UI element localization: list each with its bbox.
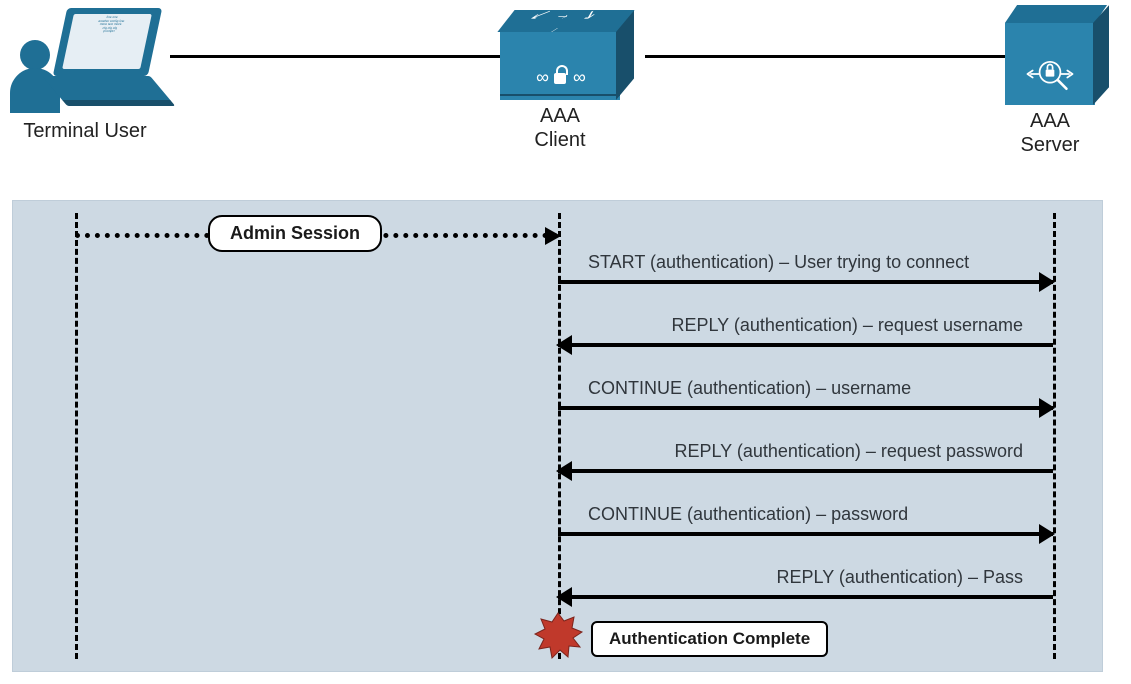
authentication-complete-badge: Authentication Complete <box>591 621 828 657</box>
server-icon <box>1005 5 1095 105</box>
msg-text: REPLY (authentication) – request passwor… <box>588 441 1023 462</box>
arrow-right-icon <box>1039 398 1055 418</box>
msg-reply-pass: REPLY (authentication) – Pass <box>558 571 1053 605</box>
arrow-head-icon <box>545 227 561 245</box>
msg-continue-username: CONTINUE (authentication) – username <box>558 382 1053 416</box>
arrow-right-icon <box>1039 524 1055 544</box>
arrow-right-icon <box>1039 272 1055 292</box>
node-terminal-user: line oneanother config linemore text moc… <box>0 0 170 143</box>
msg-reply-username: REPLY (authentication) – request usernam… <box>558 319 1053 353</box>
starburst-icon <box>532 611 584 663</box>
msg-text: START (authentication) – User trying to … <box>588 252 1023 273</box>
node-label-client: AAAClient <box>475 104 645 152</box>
diagram-canvas: line oneanother config linemore text moc… <box>0 0 1131 684</box>
lock-icon <box>553 70 567 84</box>
msg-text: REPLY (authentication) – Pass <box>588 567 1023 588</box>
node-label-terminal: Terminal User <box>0 119 170 143</box>
msg-text: CONTINUE (authentication) – password <box>588 504 1023 525</box>
msg-start: START (authentication) – User trying to … <box>558 256 1053 290</box>
terminal-user-icon: line oneanother config linemore text moc… <box>0 0 170 115</box>
person-head-icon <box>20 40 50 70</box>
topology-row: line oneanother config linemore text moc… <box>0 0 1131 170</box>
router-icon: ↙ → ↘← ↓ ∞ ∞ <box>500 10 620 100</box>
lock-chain-icon: ∞ ∞ <box>508 66 612 88</box>
arrow-left-icon <box>556 335 572 355</box>
node-aaa-client: ↙ → ↘← ↓ ∞ ∞ AAAClient <box>475 0 645 152</box>
msg-reply-password: REPLY (authentication) – request passwor… <box>558 445 1053 479</box>
arrow-left-icon <box>556 461 572 481</box>
person-body-icon <box>10 68 60 113</box>
laptop-icon: line oneanother config linemore text moc… <box>55 8 165 108</box>
msg-text: CONTINUE (authentication) – username <box>588 378 1023 399</box>
arrow-left-icon <box>556 587 572 607</box>
node-aaa-server: AAAServer <box>965 0 1131 157</box>
node-label-server: AAAServer <box>965 109 1131 157</box>
lifeline-terminal-user <box>75 213 78 659</box>
lock-magnifier-icon <box>1005 53 1095 101</box>
msg-text: REPLY (authentication) – request usernam… <box>588 315 1023 336</box>
admin-session-pill: Admin Session <box>208 215 382 252</box>
msg-continue-password: CONTINUE (authentication) – password <box>558 508 1053 542</box>
sequence-panel: Admin Session START (authentication) – U… <box>12 200 1103 672</box>
